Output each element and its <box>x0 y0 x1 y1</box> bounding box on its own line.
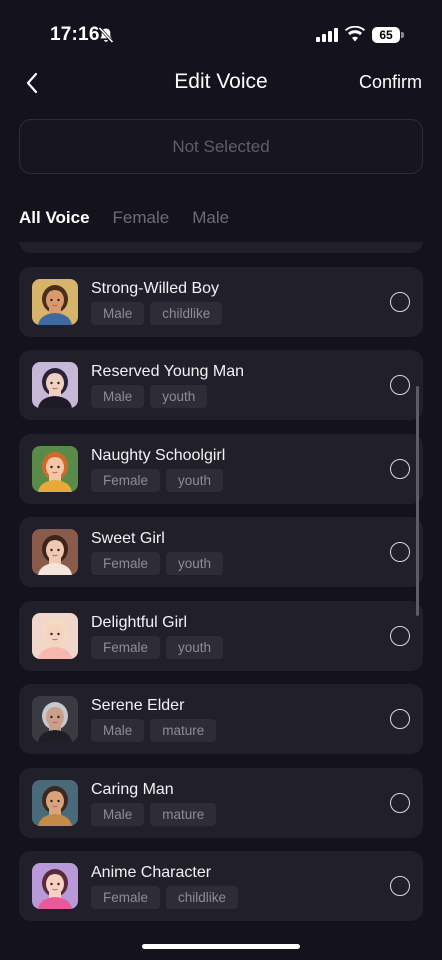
voice-card[interactable]: Naughty Schoolgirl Female youth <box>19 433 423 504</box>
voice-radio-button[interactable] <box>390 625 410 646</box>
voice-avatar <box>32 445 78 492</box>
voice-tag: Female <box>91 552 161 575</box>
voice-radio-button[interactable] <box>390 542 410 562</box>
wifi-icon <box>345 26 365 42</box>
voice-avatar <box>32 779 78 826</box>
voice-name: Anime Character <box>91 864 212 881</box>
voice-card[interactable]: Magnetic Cool GirlFemaleyouth <box>19 242 423 253</box>
voice-name: Caring Man <box>91 780 174 798</box>
voice-radio-button[interactable] <box>390 458 410 479</box>
voice-avatar <box>32 529 78 575</box>
status-time: 17:16 <box>50 24 100 45</box>
voice-name: Sweet Girl <box>91 530 165 547</box>
voice-radio-button[interactable] <box>390 375 410 395</box>
battery-icon: 65 <box>372 27 404 43</box>
voice-card[interactable]: Reserved Young Man Male youth <box>19 350 423 420</box>
voice-tag: Male <box>91 385 145 408</box>
voice-tag: mature <box>150 719 217 742</box>
voice-tag: youth <box>166 635 224 659</box>
voice-tag: childlike <box>150 301 223 325</box>
voice-tag: Male <box>91 719 145 742</box>
selected-voice-placeholder: Not Selected <box>172 136 270 156</box>
voice-tag: mature <box>150 802 217 826</box>
voice-card[interactable]: Strong-Willed Boy Male childlike <box>19 266 423 337</box>
battery-level: 65 <box>372 27 400 43</box>
voice-avatar <box>32 696 78 742</box>
voice-name: Reserved Young Man <box>91 363 244 380</box>
voice-card[interactable]: Anime Character Female childlike <box>19 851 423 921</box>
nav-bar: Edit Voice Confirm <box>0 60 442 106</box>
confirm-button[interactable]: Confirm <box>359 72 422 93</box>
voice-name: Delightful Girl <box>91 613 188 631</box>
home-indicator[interactable] <box>142 944 300 949</box>
selected-voice-field[interactable]: Not Selected <box>19 119 423 174</box>
scrollbar[interactable] <box>416 386 419 616</box>
voice-tags: Female childlike <box>91 886 239 909</box>
voice-filter-tabs: All Voice Female Male <box>19 208 229 232</box>
tab-all-voice[interactable]: All Voice <box>19 208 90 232</box>
voice-radio-button[interactable] <box>390 792 410 813</box>
voice-name: Serene Elder <box>91 697 185 714</box>
tab-male[interactable]: Male <box>192 208 229 232</box>
voice-tags: Male youth <box>91 385 208 408</box>
voice-tag: childlike <box>166 886 239 909</box>
voice-list: Magnetic Cool GirlFemaleyouth Strong-Will… <box>19 242 423 935</box>
voice-radio-button[interactable] <box>390 709 410 729</box>
voice-name: Strong-Willed Boy <box>91 279 220 297</box>
voice-tag: youth <box>166 552 224 575</box>
voice-tag: Male <box>91 301 145 325</box>
voice-tags: Female youth <box>91 468 224 492</box>
voice-tag: Female <box>91 468 161 492</box>
voice-avatar <box>32 612 78 659</box>
voice-card[interactable]: Delightful Girl Female youth <box>19 600 423 671</box>
voice-tags: Male mature <box>91 802 217 826</box>
voice-tag: Female <box>91 635 161 659</box>
voice-avatar <box>32 863 78 909</box>
status-bar: 17:16 65 <box>0 0 442 60</box>
voice-tags: Male mature <box>91 719 217 742</box>
voice-tag: Female <box>91 886 161 909</box>
voice-tag: youth <box>150 385 208 408</box>
voice-avatar <box>32 362 78 408</box>
voice-tag: Male <box>91 802 145 826</box>
voice-tags: Female youth <box>91 635 224 659</box>
cellular-signal-icon <box>316 28 338 42</box>
voice-tag: youth <box>166 468 224 492</box>
voice-list-viewport[interactable]: Magnetic Cool GirlFemaleyouth Strong-Will… <box>0 242 442 960</box>
bell-off-icon <box>98 26 114 44</box>
voice-card[interactable]: Serene Elder Male mature <box>19 684 423 754</box>
voice-radio-button[interactable] <box>390 876 410 896</box>
voice-card[interactable]: Sweet Girl Female youth <box>19 517 423 587</box>
voice-radio-button[interactable] <box>390 291 410 312</box>
tab-female[interactable]: Female <box>113 208 170 232</box>
voice-avatar <box>32 278 78 325</box>
voice-tags: Female youth <box>91 552 224 575</box>
voice-name: Naughty Schoolgirl <box>91 446 226 464</box>
voice-tags: Male childlike <box>91 301 223 325</box>
voice-card[interactable]: Caring Man Male mature <box>19 767 423 838</box>
